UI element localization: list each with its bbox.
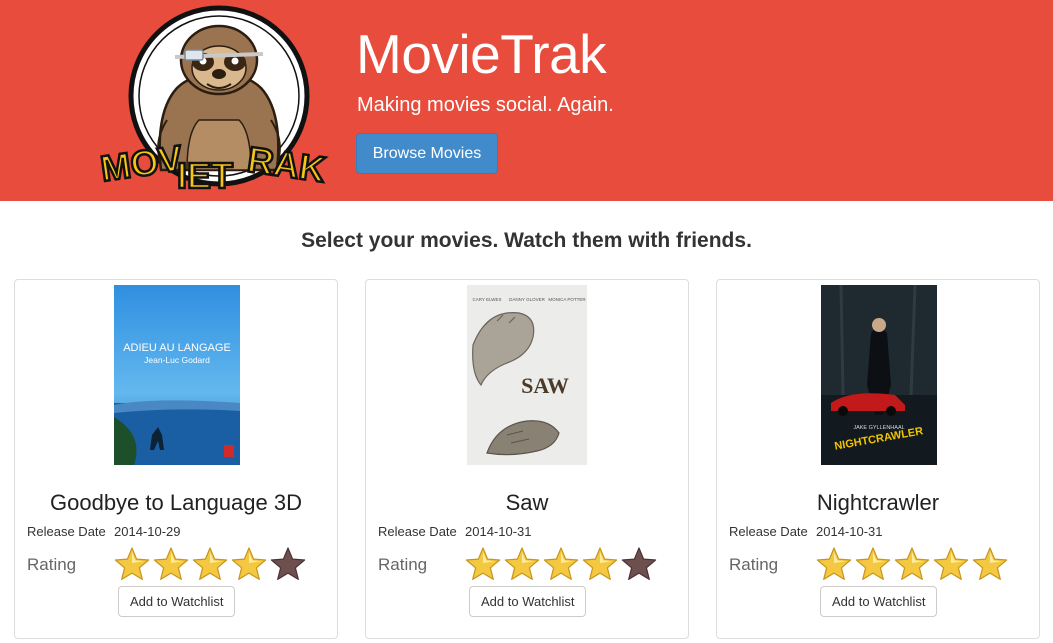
svg-text:MOV: MOV [98,137,185,189]
add-to-watchlist-button[interactable]: Add to Watchlist [820,586,938,617]
add-to-watchlist-button[interactable]: Add to Watchlist [469,586,587,617]
release-date-label: Release Date [729,524,808,539]
poster-title: ADIEU AU LANGAGE [123,342,231,354]
release-date-label: Release Date [378,524,457,539]
release-date-value: 2014-10-29 [114,524,181,539]
hero-banner: MOV IET RAK MovieTrak Making movies soci… [0,0,1053,201]
rating-label: Rating [729,555,779,574]
release-date-label: Release Date [27,524,106,539]
svg-text:IET: IET [177,155,233,194]
poster-cast-2: DANNY GLOVER [509,297,545,302]
star-filled-icon[interactable] [230,546,268,581]
section-heading: Select your movies. Watch them with frie… [301,229,752,252]
release-date-value: 2014-10-31 [465,524,532,539]
star-empty-icon[interactable] [620,546,658,581]
star-filled-icon[interactable] [581,546,619,581]
site-tagline: Making movies social. Again. [357,94,614,116]
poster-subtitle: Jean-Luc Godard [144,355,210,365]
browse-movies-button[interactable]: Browse Movies [356,133,498,174]
star-filled-icon[interactable] [191,546,229,581]
star-filled-icon[interactable] [113,546,151,581]
release-date-value: 2014-10-31 [816,524,883,539]
star-filled-icon[interactable] [932,546,970,581]
star-filled-icon[interactable] [815,546,853,581]
movie-title: Saw [505,490,549,515]
star-filled-icon[interactable] [464,546,502,581]
star-filled-icon[interactable] [542,546,580,581]
rating-label: Rating [378,555,428,574]
star-filled-icon[interactable] [854,546,892,581]
poster-cast-1: CARY ELWES [472,297,501,302]
movie-poster[interactable]: ADIEU AU LANGAGE Jean-Luc Godard [114,285,240,465]
movie-card: JAKE GYLLENHAAL NIGHTCRAWLER Nightcrawle… [716,279,1040,639]
movie-card: CARY ELWES DANNY GLOVER MONICA POTTER SA… [365,279,689,639]
movie-title: Goodbye to Language 3D [50,490,302,515]
star-filled-icon[interactable] [503,546,541,581]
movie-poster[interactable]: JAKE GYLLENHAAL NIGHTCRAWLER [821,285,937,465]
star-filled-icon[interactable] [971,546,1009,581]
star-filled-icon[interactable] [152,546,190,581]
movietrak-logo: MOV IET RAK [97,5,329,194]
svg-text:RAK: RAK [245,139,328,190]
site-title: MovieTrak [356,23,607,85]
star-empty-icon[interactable] [269,546,307,581]
movie-poster[interactable]: CARY ELWES DANNY GLOVER MONICA POTTER SA… [467,285,587,465]
poster-cast-3: MONICA POTTER [548,297,586,302]
star-filled-icon[interactable] [893,546,931,581]
movie-title: Nightcrawler [816,490,940,515]
add-to-watchlist-button[interactable]: Add to Watchlist [118,586,236,617]
movie-card: ADIEU AU LANGAGE Jean-Luc Godard Goodbye… [14,279,338,639]
rating-label: Rating [27,555,77,574]
poster-title: SAW [521,373,569,398]
